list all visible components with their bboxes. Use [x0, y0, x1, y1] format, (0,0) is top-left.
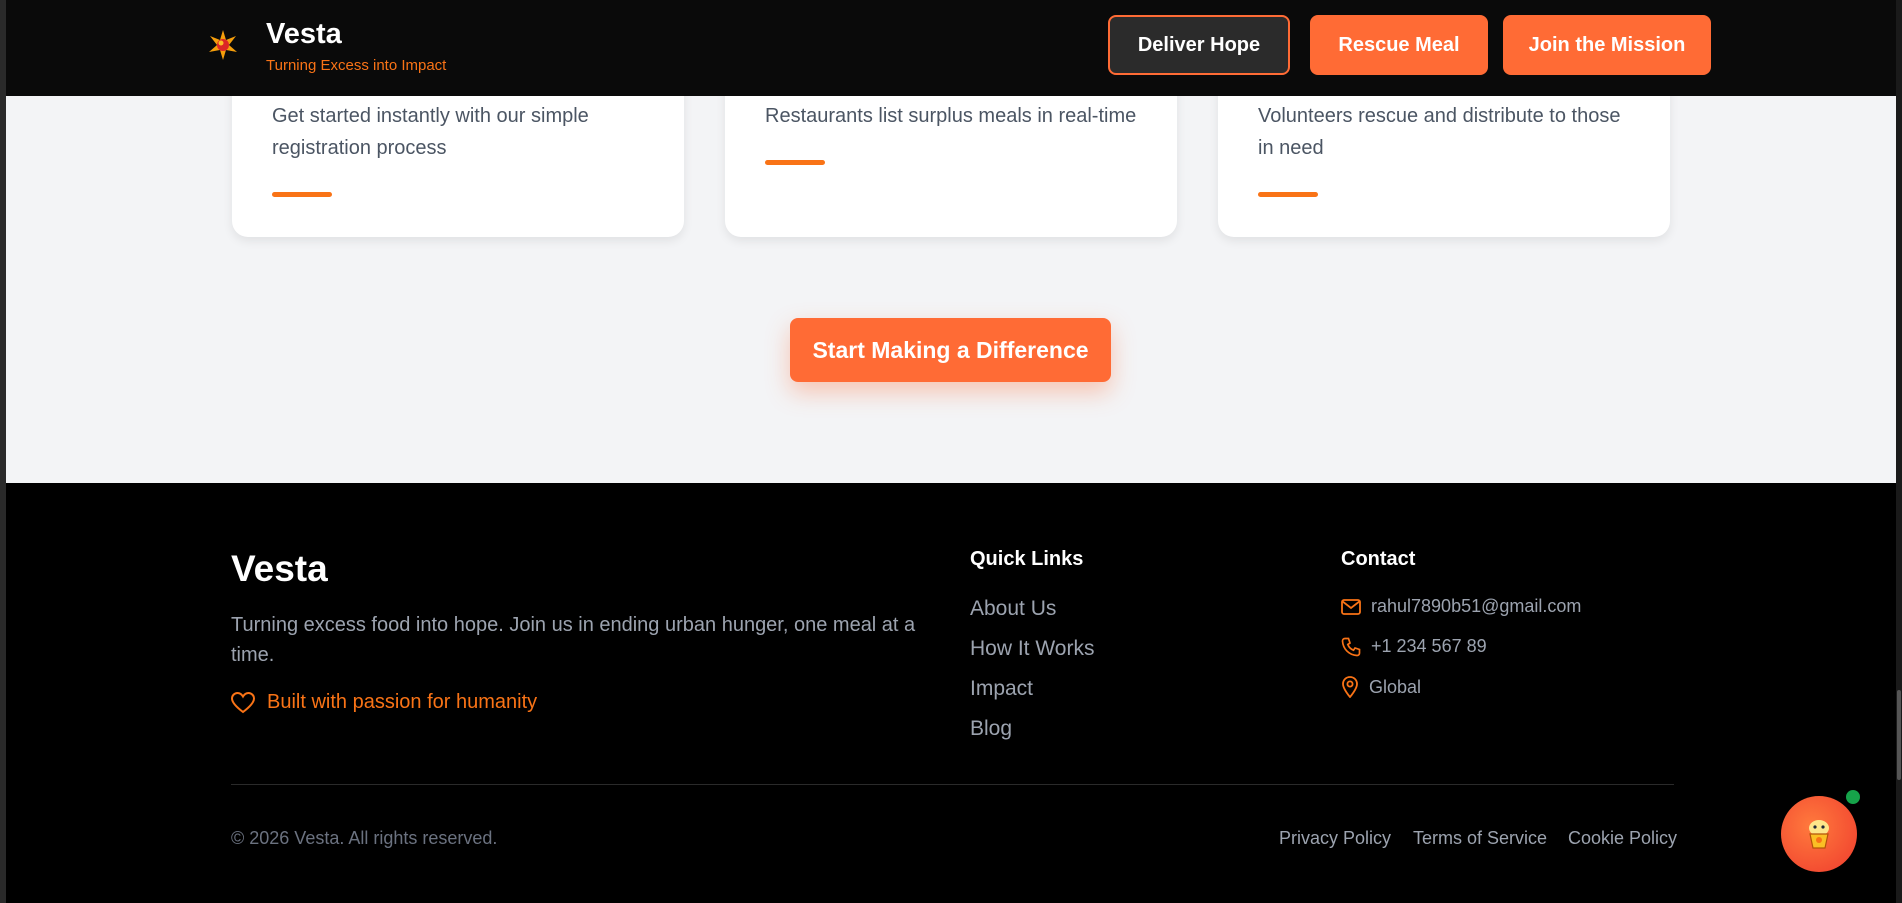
copyright-text: © 2026 Vesta. All rights reserved. [231, 828, 498, 848]
contact-location: Global [1341, 676, 1421, 698]
online-status-dot [1846, 790, 1860, 804]
site-header: Vesta Turning Excess into Impact Deliver… [6, 0, 1896, 96]
window-scrollbar[interactable] [1896, 0, 1902, 903]
footer-link-blog[interactable]: Blog [970, 717, 1012, 741]
card-accent-bar [765, 160, 825, 165]
footer-passion-line: Built with passion for humanity [231, 691, 537, 714]
join-mission-button[interactable]: Join the Mission [1503, 15, 1711, 75]
map-pin-icon [1342, 676, 1358, 698]
contact-phone[interactable]: +1 234 567 89 [1341, 636, 1487, 657]
site-footer: Vesta Turning excess food into hope. Joi… [6, 483, 1896, 903]
contact-email[interactable]: rahul7890b51@gmail.com [1341, 596, 1581, 617]
chat-assistant-button[interactable] [1781, 796, 1857, 872]
cookie-policy-link[interactable]: Cookie Policy [1568, 828, 1677, 849]
rescue-meal-button[interactable]: Rescue Meal [1310, 15, 1488, 75]
terms-of-service-link[interactable]: Terms of Service [1413, 828, 1547, 849]
start-making-difference-button[interactable]: Start Making a Difference [790, 318, 1111, 382]
heart-icon [231, 691, 255, 713]
phone-icon [1341, 637, 1361, 656]
step-card-description: Volunteers rescue and distribute to thos… [1258, 105, 1621, 159]
contact-email-text[interactable]: rahul7890b51@gmail.com [1371, 596, 1581, 617]
brand-name[interactable]: Vesta [266, 18, 342, 51]
deliver-hope-button[interactable]: Deliver Hope [1108, 15, 1290, 75]
footer-link-how-it-works[interactable]: How It Works [970, 637, 1094, 661]
step-card-description: Restaurants list surplus meals in real-t… [765, 105, 1137, 127]
scrollbar-thumb[interactable] [1897, 690, 1901, 780]
contact-title: Contact [1341, 548, 1416, 570]
brand-tagline: Turning Excess into Impact [266, 57, 447, 74]
chat-assistant-icon [1809, 820, 1829, 849]
quick-links-title: Quick Links [970, 548, 1084, 570]
footer-link-about[interactable]: About Us [970, 597, 1056, 621]
step-card-description: Get started instantly with our simple re… [272, 105, 589, 159]
sunburst-logo-icon[interactable] [206, 28, 240, 62]
footer-description: Turning excess food into hope. Join us i… [231, 614, 916, 666]
contact-location-text: Global [1369, 676, 1422, 697]
footer-link-impact[interactable]: Impact [970, 677, 1033, 701]
footer-brand: Vesta [231, 548, 328, 589]
passion-text: Built with passion for humanity [267, 691, 538, 713]
card-accent-bar [1258, 192, 1318, 197]
card-accent-bar [272, 192, 332, 197]
mail-icon [1341, 598, 1361, 615]
footer-divider [231, 784, 1674, 785]
privacy-policy-link[interactable]: Privacy Policy [1279, 828, 1391, 849]
contact-phone-text[interactable]: +1 234 567 89 [1371, 636, 1487, 657]
